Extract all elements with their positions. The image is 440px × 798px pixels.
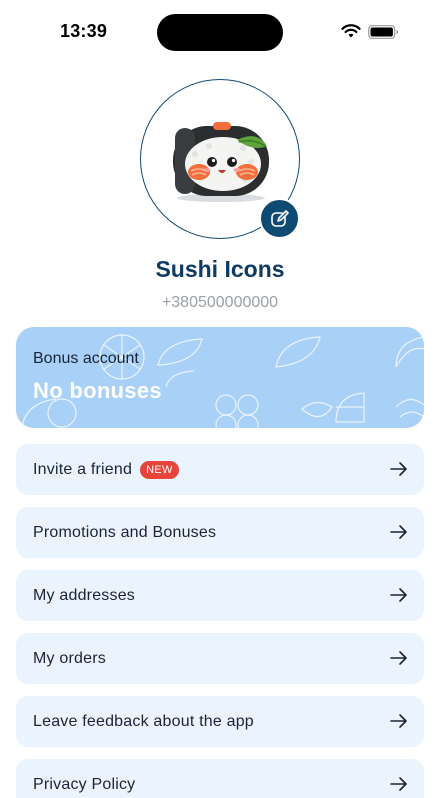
profile-name: Sushi Icons	[155, 256, 285, 282]
dynamic-island	[157, 14, 283, 51]
arrow-right-icon	[390, 525, 407, 539]
bonus-balance: No bonuses	[33, 378, 162, 403]
menu-item-label: My orders	[33, 649, 106, 667]
wifi-icon	[341, 24, 361, 38]
menu-item-label: Privacy Policy	[33, 775, 136, 793]
arrow-right-icon	[390, 588, 407, 602]
edit-avatar-button[interactable]	[259, 198, 300, 239]
bonus-account-title: Bonus account	[33, 350, 139, 367]
edit-icon	[270, 209, 289, 227]
sushi-roll-icon	[173, 122, 269, 202]
new-badge: NEW	[140, 460, 179, 479]
arrow-right-icon	[390, 714, 407, 728]
battery-icon	[368, 25, 398, 39]
status-time: 13:39	[60, 21, 108, 41]
status-bar: 13:39	[0, 0, 440, 62]
menu-item-label: My addresses	[33, 586, 135, 604]
menu-item-label: Leave feedback about the app	[33, 712, 254, 730]
bonus-account-card[interactable]: Bonus account No bonuses	[16, 327, 424, 428]
arrow-right-icon	[390, 462, 407, 476]
profile-avatar	[140, 79, 300, 239]
menu-item-invite-friend[interactable]: Invite a friend NEW	[16, 444, 424, 495]
menu-item-label: Promotions and Bonuses	[33, 523, 217, 541]
menu-item-promotions[interactable]: Promotions and Bonuses	[16, 507, 424, 558]
menu-item-label: Invite a friend	[33, 460, 133, 478]
menu-item-addresses[interactable]: My addresses	[16, 570, 424, 621]
profile-phone: +380500000000	[161, 294, 279, 311]
menu-item-privacy-policy[interactable]: Privacy Policy	[16, 759, 424, 798]
arrow-right-icon	[390, 777, 407, 791]
arrow-right-icon	[390, 651, 407, 665]
menu-item-feedback[interactable]: Leave feedback about the app	[16, 696, 424, 747]
menu-item-orders[interactable]: My orders	[16, 633, 424, 684]
